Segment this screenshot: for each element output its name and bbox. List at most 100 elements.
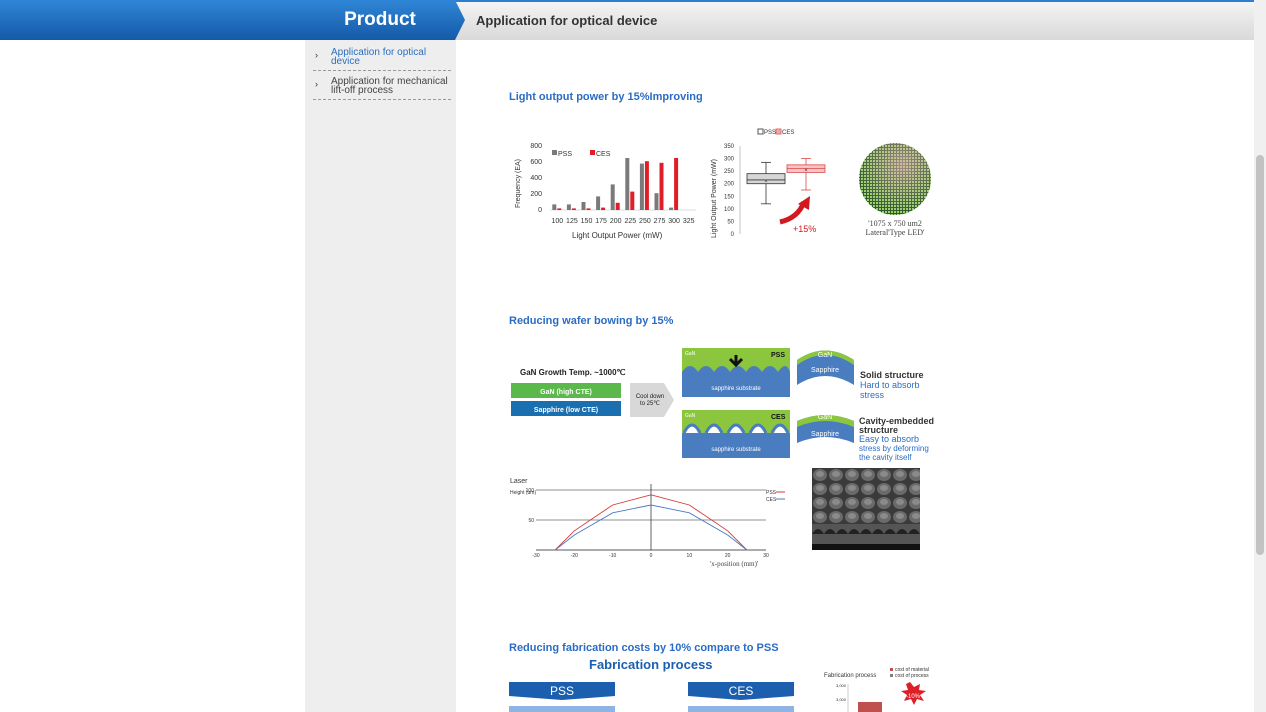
cool-down-temp: to 25℃ (640, 401, 660, 407)
ces-process-label: CES (729, 684, 754, 698)
y-tick-label: 300 (724, 157, 735, 163)
y-tick-label: 200 (724, 182, 735, 188)
y-axis-label: Frequency (EA) (515, 159, 522, 208)
x-axis-label: Light Output Power (mW) (572, 231, 663, 240)
y-tick-label: 400 (530, 175, 542, 182)
boxplot-chart: 0 50 100 150 200 250 300 350 × × PSS CES +15% Lig… (711, 128, 826, 238)
section-title-light-output: Light output power by 15%Improving (509, 91, 703, 103)
ces-process-banner: CES (688, 682, 794, 712)
sidebar-item-label: Application for mechanical lift-off proc… (331, 76, 448, 96)
cavity-structure-desc-1: Easy to absorb (859, 434, 919, 444)
bar-pss (639, 163, 644, 210)
cool-down-arrow (630, 383, 674, 417)
cavity-structure-desc-2: stress by deforming (859, 444, 929, 453)
bar-ces (571, 208, 576, 210)
bar-pss (669, 207, 674, 210)
increase-annotation: +15% (793, 224, 816, 234)
ces-substrate-label: sapphire substrate (711, 447, 761, 453)
x-tick-label: 30 (763, 553, 769, 559)
pss-sapphire-layer (682, 372, 790, 397)
cost-chart-title: Fabrication process (824, 673, 876, 679)
x-tick-label: -10 (609, 553, 616, 559)
section-title-wafer-bowing: Reducing wafer bowing by 15% (509, 315, 674, 327)
y-tick-label: 150 (724, 194, 735, 200)
bar-ces (601, 207, 606, 210)
legend-ces-label: CES (596, 151, 611, 158)
y-tick-label: 0 (731, 232, 735, 238)
scrollbar-thumb[interactable] (1256, 155, 1264, 555)
x-tick-label: 20 (725, 553, 731, 559)
product-title: Product (344, 9, 416, 30)
growth-temp-label: GaN Growth Temp. ~1000℃ (520, 368, 626, 377)
bar-ces (615, 202, 620, 210)
pss-process-banner: PSS (509, 682, 615, 712)
bowing-profile-chart: 50100-30 -20 -10 0 10 20 30 Laser Height (um) … (510, 478, 785, 568)
bar-pss (654, 193, 659, 210)
x-tick-label: 225 (624, 218, 636, 225)
sidebar-item-label: Application for optical device (331, 47, 427, 67)
x-tick-label: 150 (581, 218, 593, 225)
legend-process-label: cost of process (895, 673, 929, 679)
box-mean-marker: × (764, 179, 768, 185)
y-tick-label: 200 (530, 191, 542, 198)
y-tick-label: 0 (538, 207, 542, 214)
legend-pss-label: PSS (558, 151, 572, 158)
pss-substrate-label: sapphire substrate (711, 386, 761, 392)
sidebar-item-optical-device[interactable]: › Application for optical device (313, 43, 451, 71)
x-tick-label: 175 (595, 218, 607, 225)
bar-ces (644, 161, 649, 210)
page-heading: Application for optical device (476, 13, 658, 28)
ces-block-label: CES (771, 414, 786, 421)
bar-pss (566, 204, 571, 210)
chevron-right-icon: › (315, 50, 318, 60)
x-tick-label: 325 (683, 218, 695, 225)
led-caption-line1: '1075 x 750 um2 (868, 219, 922, 228)
legend-material-swatch (890, 668, 893, 671)
sidebar: › Application for optical device › Appli… (305, 40, 456, 712)
cavity-structure-desc-3: the cavity itself (859, 453, 912, 462)
x-tick-label: 125 (566, 218, 578, 225)
y-tick-label: 50 (528, 518, 534, 524)
sapphire-layer-label: Sapphire (low CTE) (534, 407, 598, 414)
y-tick-label: 800 (530, 143, 542, 150)
x-tick-label: -30 (532, 553, 539, 559)
legend-pss-swatch (552, 150, 557, 155)
cool-down-label: Cool down (636, 394, 664, 400)
reduction-annotation: -10% (906, 694, 921, 700)
pss-gan-label: GaN (685, 351, 696, 357)
x-tick-label: 0 (650, 553, 653, 559)
pss-block-label: PSS (771, 352, 785, 359)
ces-sapphire-layer (682, 433, 790, 458)
x-tick-label: 100 (551, 218, 563, 225)
bar-ces (557, 208, 562, 210)
bar-ces (659, 162, 664, 210)
solid-structure-desc-2: stress (860, 390, 885, 400)
legend-ces-label: CES (766, 497, 777, 503)
sidebar-item-mechanical-lift-off[interactable]: › Application for mechanical lift-off pr… (313, 72, 451, 100)
x-tick-label: 250 (639, 218, 651, 225)
solid-structure-title: Solid structure (860, 370, 924, 380)
x-tick-label: 10 (687, 553, 693, 559)
bar-ces (674, 158, 679, 210)
led-caption-line2: Lateral'Type LED' (865, 228, 925, 237)
x-tick-label: 200 (610, 218, 622, 225)
solid-structure-desc-1: Hard to absorb (860, 380, 920, 390)
ces-gan-label: GaN (685, 413, 696, 419)
legend-pss-label: PSS (764, 130, 776, 136)
legend-pss-label: PSS (766, 490, 777, 496)
legend-pss-swatch (757, 128, 764, 135)
bar-pss (552, 204, 557, 210)
bar-pss (625, 158, 630, 210)
y-axis-label: Light Output Power (mW) (711, 159, 718, 238)
bar-pss (596, 196, 601, 210)
x-tick-label: 300 (668, 218, 680, 225)
y-tick-label: 350 (724, 144, 735, 150)
x-tick-label: 275 (654, 218, 666, 225)
chevron-right-icon: › (315, 79, 318, 89)
box-mean-marker: × (804, 168, 808, 174)
pss-process-label: PSS (550, 684, 574, 698)
x-tick-label: -20 (571, 553, 578, 559)
cost-bar (858, 702, 882, 712)
bar-ces (586, 208, 591, 210)
cost-y-tick: 3,000 (836, 683, 847, 688)
